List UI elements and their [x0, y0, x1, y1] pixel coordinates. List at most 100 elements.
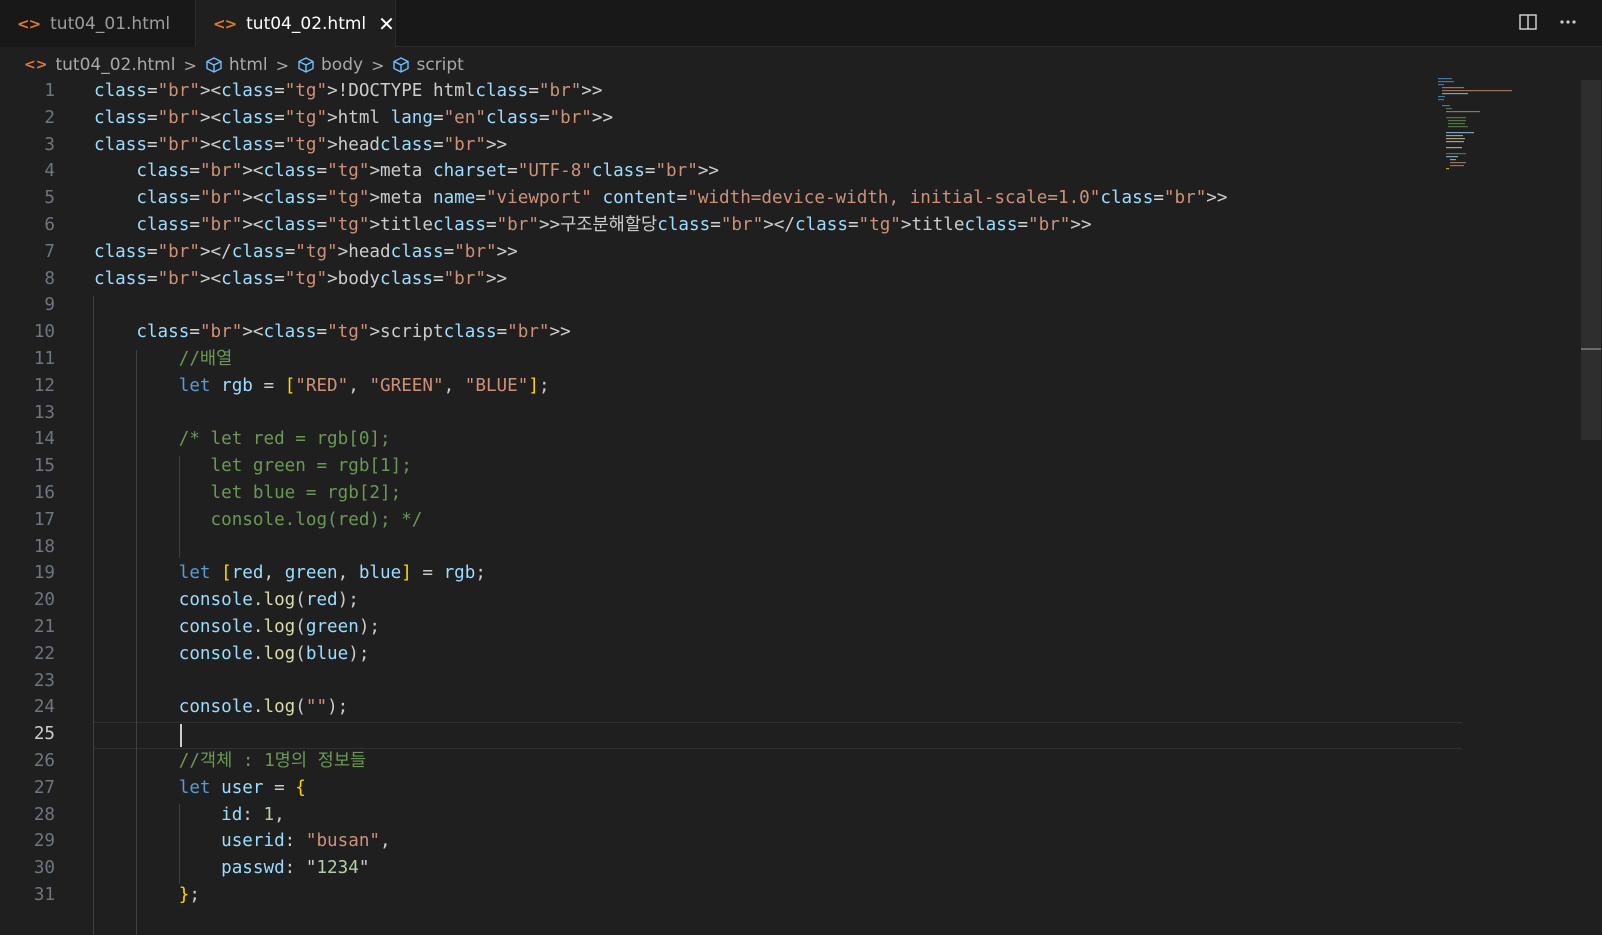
code-text: class="br"><class="tg">meta charset="UTF… [94, 158, 719, 185]
line-number: 11 [0, 346, 55, 373]
code-text: let [red, green, blue] = rgb; [94, 560, 486, 587]
line-number: 3 [0, 132, 55, 159]
cursor-position-marker [1581, 348, 1601, 350]
line-number: 21 [0, 614, 55, 641]
code-line[interactable]: 12 let rgb = ["RED", "GREEN", "BLUE"]; [0, 373, 1462, 400]
code-line[interactable]: 28 id: 1, [0, 802, 1462, 829]
line-number: 22 [0, 641, 55, 668]
code-line[interactable]: 18 [0, 534, 1462, 561]
code-line[interactable]: 5 class="br"><class="tg">meta name="view… [0, 185, 1462, 212]
code-text: let user = { [94, 775, 306, 802]
code-line[interactable]: 23 [0, 668, 1462, 695]
code-text: let green = rgb[1]; [94, 453, 412, 480]
code-line[interactable]: 1 class="br"><class="tg">!DOCTYPE htmlcla… [0, 78, 1462, 105]
code-line[interactable]: 11 //배열 [0, 346, 1462, 373]
editor-actions [1518, 12, 1578, 37]
breadcrumb-item-html[interactable]: html [205, 55, 268, 75]
line-number: 7 [0, 239, 55, 266]
code-text: let rgb = ["RED", "GREEN", "BLUE"]; [94, 373, 550, 400]
code-text: //배열 [94, 346, 232, 373]
line-number: 4 [0, 158, 55, 185]
code-text: class="br"><class="tg">!DOCTYPE htmlclas… [94, 78, 602, 105]
code-line[interactable]: 16 let blue = rgb[2]; [0, 480, 1462, 507]
code-editor[interactable]: 1 class="br"><class="tg">!DOCTYPE htmlcla… [0, 78, 1462, 935]
line-number: 19 [0, 560, 55, 587]
chevron-right-icon: > [183, 56, 196, 75]
minimap[interactable] [1436, 76, 1546, 186]
code-text: console.log(""); [94, 694, 348, 721]
code-text: class="br"><class="tg">meta name="viewpo… [94, 185, 1227, 212]
code-line[interactable]: 3 class="br"><class="tg">headclass="br">> [0, 132, 1462, 159]
code-line[interactable]: 22 console.log(blue); [0, 641, 1462, 668]
code-line[interactable]: 2 class="br"><class="tg">html lang="en"cl… [0, 105, 1462, 132]
code-text: console.log(red); [94, 587, 359, 614]
code-text: console.log(red); */ [94, 507, 422, 534]
split-editor-icon[interactable] [1518, 12, 1538, 37]
close-icon[interactable]: ✕ [378, 14, 395, 34]
line-number: 13 [0, 400, 55, 427]
code-line[interactable]: 20 console.log(red); [0, 587, 1462, 614]
tab-label: tut04_02.html [246, 14, 366, 34]
line-number: 27 [0, 775, 55, 802]
code-line[interactable]: 8 class="br"><class="tg">bodyclass="br">> [0, 266, 1462, 293]
code-line[interactable]: 13 [0, 400, 1462, 427]
line-number: 18 [0, 534, 55, 561]
breadcrumb-item-script[interactable]: script [392, 55, 463, 75]
code-text: class="br"><class="tg">html lang="en"cla… [94, 105, 613, 132]
line-number: 8 [0, 266, 55, 293]
more-actions-icon[interactable] [1558, 12, 1578, 37]
code-line[interactable]: 7 class="br"></class="tg">headclass="br">… [0, 239, 1462, 266]
symbol-cube-icon [297, 56, 315, 74]
breadcrumb-item-body[interactable]: body [297, 55, 363, 75]
code-line[interactable]: 6 class="br"><class="tg">titleclass="br"… [0, 212, 1462, 239]
line-number: 9 [0, 292, 55, 319]
line-number: 1 [0, 78, 55, 105]
line-number: 12 [0, 373, 55, 400]
code-text: class="br"></class="tg">headclass="br">> [94, 239, 518, 266]
code-line[interactable]: 30 passwd: "1234" [0, 855, 1462, 882]
code-line[interactable]: 17 console.log(red); */ [0, 507, 1462, 534]
line-number: 15 [0, 453, 55, 480]
line-number: 17 [0, 507, 55, 534]
line-number: 26 [0, 748, 55, 775]
chevron-right-icon: > [276, 56, 289, 75]
tab-tut04-02[interactable]: <> tut04_02.html ✕ [196, 0, 396, 48]
symbol-cube-icon [205, 56, 223, 74]
line-number: 6 [0, 212, 55, 239]
code-line[interactable]: 15 let green = rgb[1]; [0, 453, 1462, 480]
code-line[interactable]: 27 let user = { [0, 775, 1462, 802]
line-number: 20 [0, 587, 55, 614]
code-text: class="br"><class="tg">headclass="br">> [94, 132, 507, 159]
code-text: //객체 : 1명의 정보들 [94, 748, 366, 775]
breadcrumb: <> tut04_02.html > html > body > script [24, 52, 464, 78]
code-text: class="br"><class="tg">titleclass="br">>… [94, 212, 1092, 239]
line-number: 28 [0, 802, 55, 829]
line-number: 5 [0, 185, 55, 212]
code-line[interactable]: 14 /* let red = rgb[0]; [0, 426, 1462, 453]
scrollbar-thumb[interactable] [1581, 80, 1601, 440]
tab-tut04-01[interactable]: <> tut04_01.html [0, 0, 196, 47]
line-number: 2 [0, 105, 55, 132]
code-line[interactable]: 31 }; [0, 882, 1462, 909]
code-text: id: 1, [94, 802, 285, 829]
line-number: 31 [0, 882, 55, 909]
code-line[interactable]: 21 console.log(green); [0, 614, 1462, 641]
code-line[interactable]: 29 userid: "busan", [0, 828, 1462, 855]
html-file-icon: <> [17, 15, 40, 33]
line-number: 10 [0, 319, 55, 346]
code-line[interactable]: 9 [0, 292, 1462, 319]
line-number: 30 [0, 855, 55, 882]
code-text: let blue = rgb[2]; [94, 480, 401, 507]
code-line[interactable]: 26 //객체 : 1명의 정보들 [0, 748, 1462, 775]
code-text: }; [94, 882, 200, 909]
line-number: 16 [0, 480, 55, 507]
chevron-right-icon: > [371, 56, 384, 75]
indent-guide [93, 296, 94, 935]
code-line[interactable]: 24 console.log(""); [0, 694, 1462, 721]
breadcrumb-file[interactable]: <> tut04_02.html [24, 55, 175, 75]
text-cursor [180, 724, 182, 747]
code-line[interactable]: 10 class="br"><class="tg">scriptclass="b… [0, 319, 1462, 346]
code-line[interactable]: 4 class="br"><class="tg">meta charset="U… [0, 158, 1462, 185]
code-text: class="br"><class="tg">bodyclass="br">> [94, 266, 507, 293]
code-line[interactable]: 19 let [red, green, blue] = rgb; [0, 560, 1462, 587]
